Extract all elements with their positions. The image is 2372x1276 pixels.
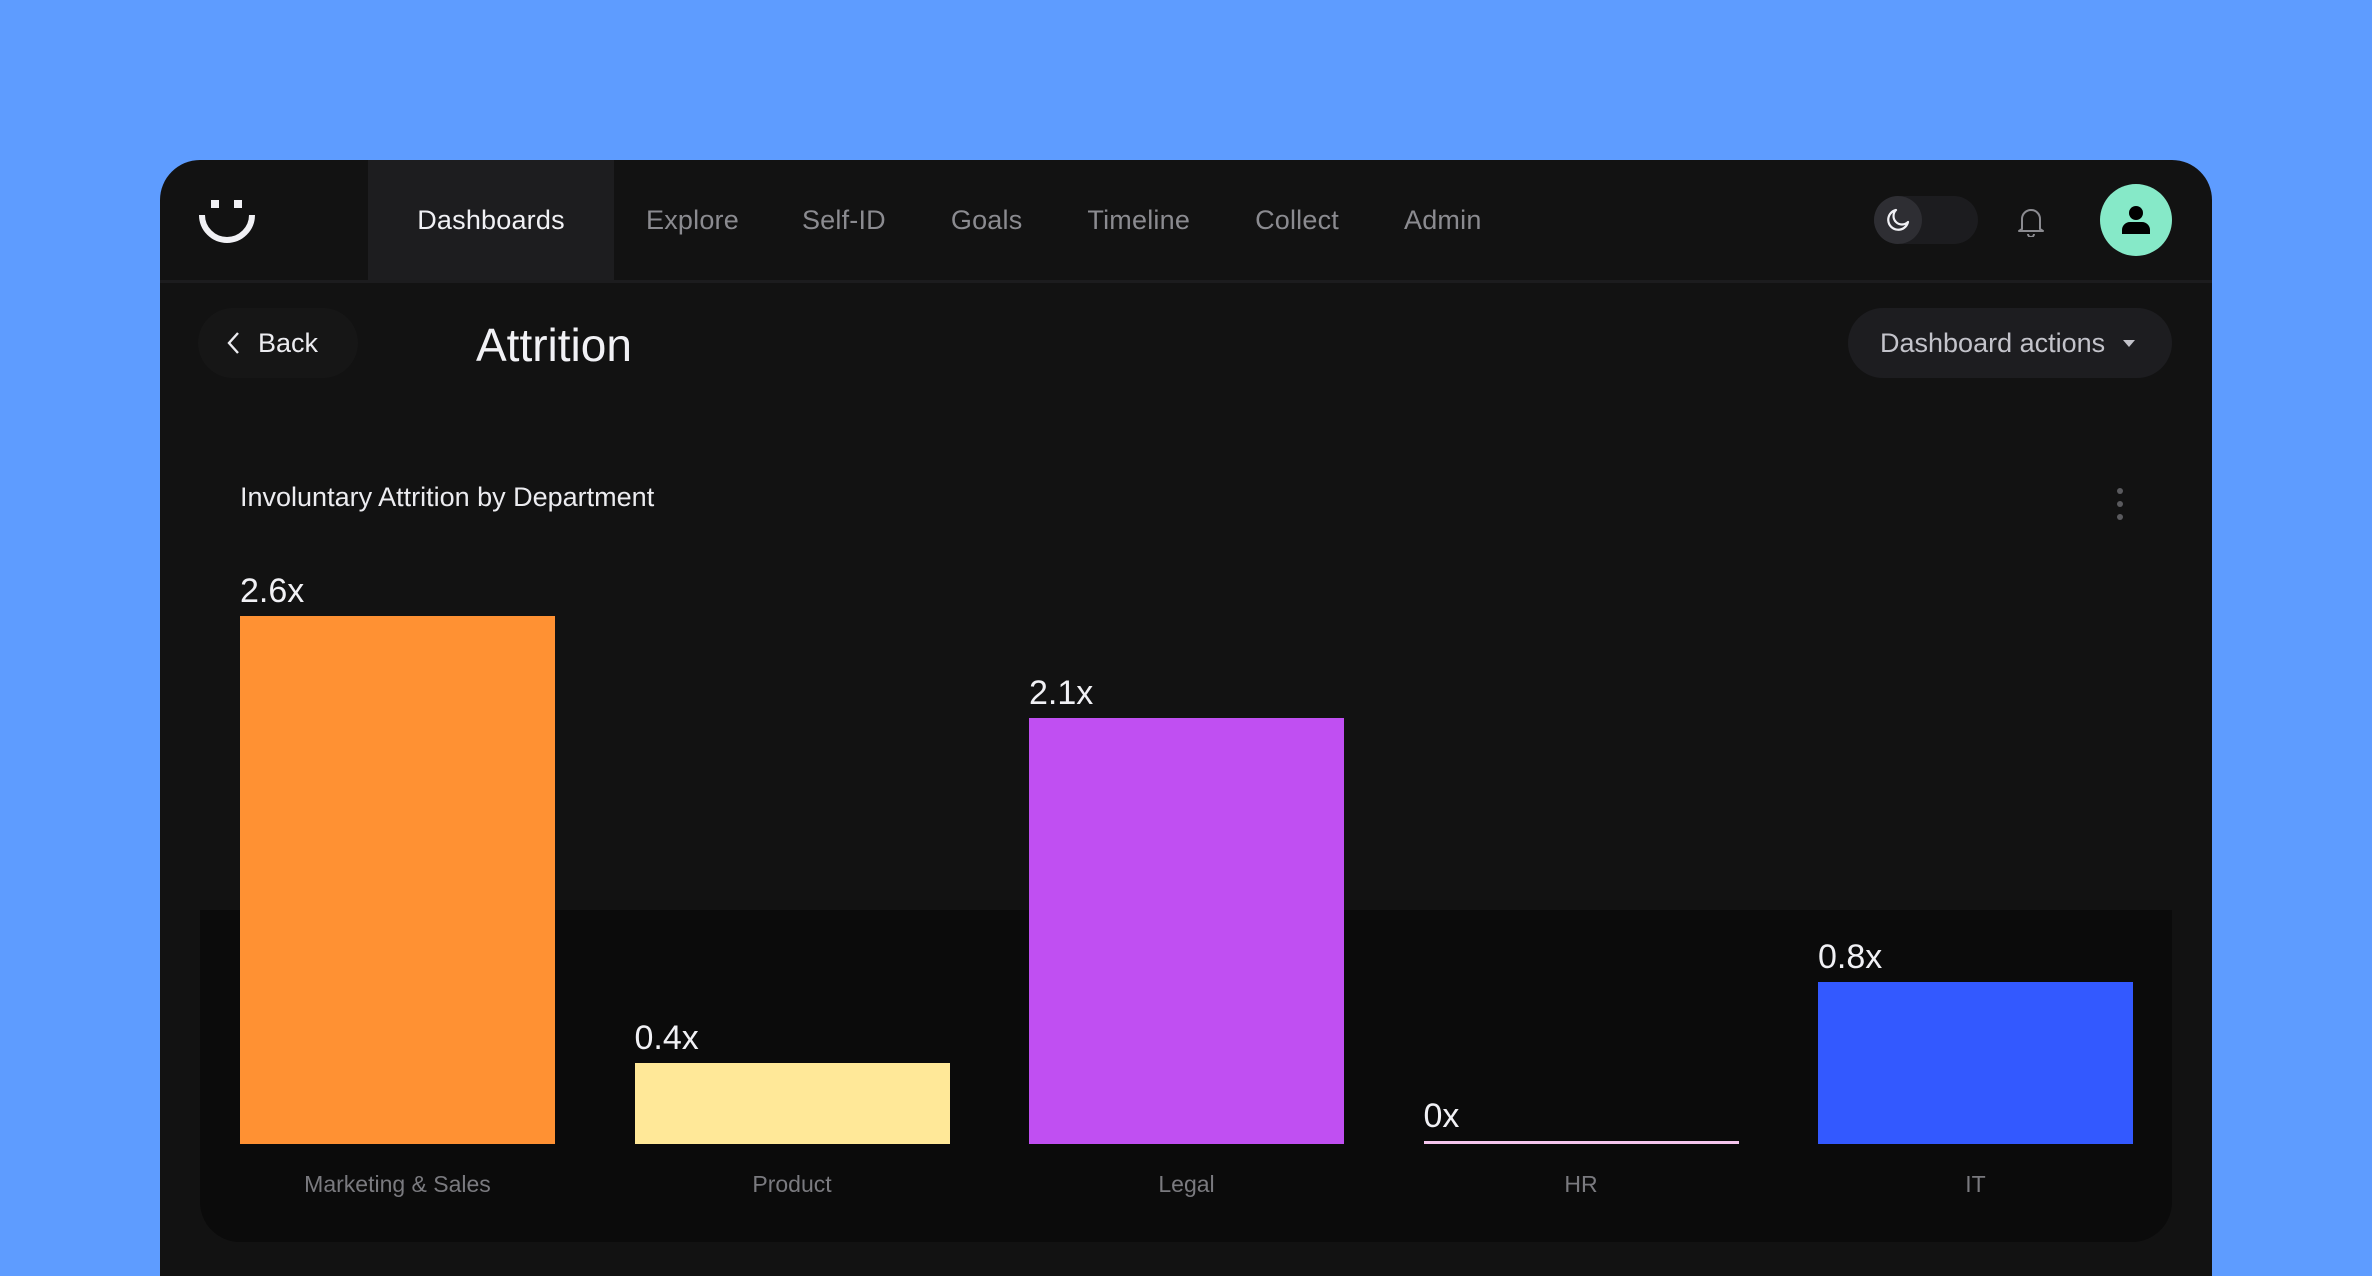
page-title: Attrition: [476, 319, 632, 371]
more-options-icon[interactable]: [2110, 488, 2130, 520]
dashboard-actions-dropdown[interactable]: Dashboard actions: [1848, 308, 2172, 378]
back-button[interactable]: Back: [198, 308, 358, 378]
bell-icon[interactable]: [2016, 205, 2046, 237]
moon-icon: [1887, 208, 1910, 231]
nav-tab-timeline[interactable]: Timeline: [1071, 160, 1239, 280]
caret-down-icon: [2123, 339, 2136, 347]
nav-tab-admin[interactable]: Admin: [1388, 160, 1531, 280]
theme-toggle[interactable]: [1874, 196, 1978, 244]
top-navigation-bar: Dashboards Explore Self-ID Goals Timelin…: [160, 160, 2212, 283]
nav-tab-goals[interactable]: Goals: [935, 160, 1072, 280]
nav-tab-dashboards[interactable]: Dashboards: [368, 160, 614, 280]
bar-value-label: 2.6x: [240, 572, 305, 610]
app-window: Dashboards Explore Self-ID Goals Timelin…: [160, 160, 2212, 1276]
dashboard-actions-label: Dashboard actions: [1880, 327, 2106, 358]
main-nav: Dashboards Explore Self-ID Goals Timelin…: [368, 160, 1531, 280]
avatar[interactable]: [2100, 184, 2172, 256]
back-label: Back: [258, 327, 319, 358]
toggle-knob: [1874, 196, 1922, 244]
user-icon: [2122, 206, 2150, 234]
nav-tab-collect[interactable]: Collect: [1239, 160, 1388, 280]
bar-value-label: 2.1x: [1029, 674, 1094, 712]
chevron-left-icon: [227, 332, 239, 354]
chart-panel: [200, 910, 2172, 1242]
smiley-logo-icon[interactable]: [198, 194, 258, 254]
nav-tab-self-id[interactable]: Self-ID: [788, 160, 935, 280]
chart-title: Involuntary Attrition by Department: [240, 482, 655, 512]
nav-tab-explore[interactable]: Explore: [614, 160, 788, 280]
